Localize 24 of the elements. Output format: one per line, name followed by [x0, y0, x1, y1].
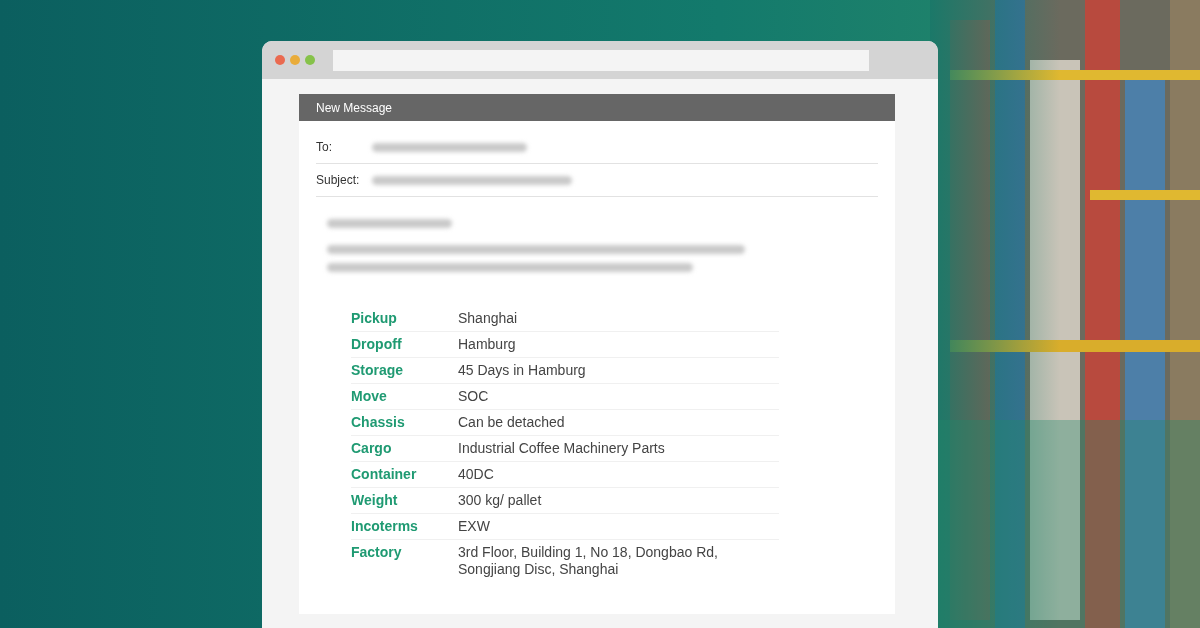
address-bar[interactable]: [333, 49, 869, 71]
detail-label: Chassis: [351, 414, 406, 431]
detail-value: Shanghai: [458, 310, 519, 327]
detail-label: Container: [351, 466, 418, 483]
detail-value: Can be detached: [458, 414, 566, 431]
detail-value: 40DC: [458, 466, 495, 483]
detail-label: Cargo: [351, 440, 393, 457]
detail-value: 45 Days in Hamburg: [458, 362, 587, 379]
detail-value: Hamburg: [458, 336, 517, 353]
detail-label: Pickup: [351, 310, 398, 327]
detail-value: 300 kg/ pallet: [458, 492, 543, 509]
detail-value: 3rd Floor, Building 1, No 18, Dongbao Rd, Songjiang Disc, Shanghai: [458, 544, 719, 578]
detail-label: Factory: [351, 544, 403, 562]
detail-label: Dropoff: [351, 336, 403, 353]
detail-value: SOC: [458, 388, 490, 405]
field-label: Subject:: [316, 172, 361, 189]
detail-label: Storage: [351, 362, 405, 379]
detail-value: EXW: [458, 518, 491, 535]
detail-label: Weight: [351, 492, 399, 509]
detail-label: Incoterms: [351, 518, 419, 535]
message-title: New Message: [316, 99, 393, 117]
field-label: To:: [316, 139, 333, 156]
detail-value: Industrial Coffee Machinery Parts: [458, 440, 666, 457]
detail-label: Move: [351, 388, 388, 405]
